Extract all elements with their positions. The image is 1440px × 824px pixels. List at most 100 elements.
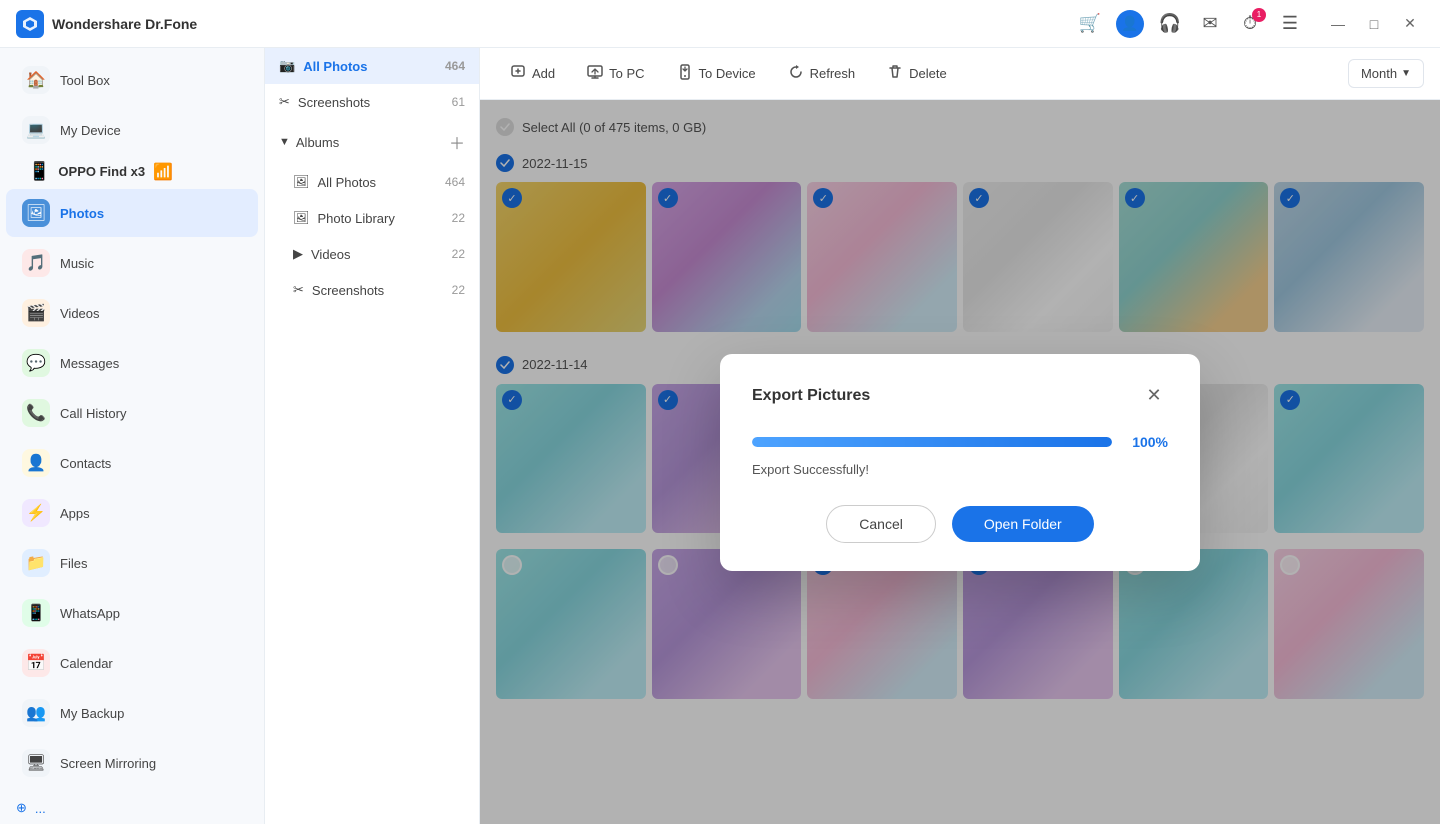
sidebar-item-mybackup[interactable]: 👥 My Backup [6,689,258,737]
progress-bar-bg [752,437,1112,447]
music-icon: 🎵 [22,249,50,277]
to-device-button[interactable]: To Device [663,58,770,89]
sidebar-item-screenmirroring[interactable]: 🖥 Screen Mirroring [6,739,258,787]
minimize-button[interactable]: — [1324,10,1352,38]
sidebar-more[interactable]: ⊕... [0,792,264,824]
to-pc-button[interactable]: To PC [573,58,658,89]
sidebar-item-callhistory[interactable]: 📞 Call History [6,389,258,437]
sidebar-item-apps[interactable]: ⚡ Apps [6,489,258,537]
photo-sidebar-album-screenshots[interactable]: ✂ Screenshots 22 [265,272,479,308]
device-row[interactable]: 📱 OPPO Find x3 📶 [0,155,264,188]
wifi-icon: 📶 [153,162,173,182]
device-name: OPPO Find x3 [58,164,145,179]
to-device-label: To Device [699,66,756,81]
add-button[interactable]: Add [496,58,569,89]
history-icon[interactable]: ⏱ 1 [1236,10,1264,38]
to-device-icon [677,64,693,83]
month-chevron-icon: ▼ [1401,68,1411,79]
title-bar: Wondershare Dr.Fone 🛒 👤 🎧 ✉ ⏱ 1 ☰ — □ ✕ [0,0,1440,48]
sidebar-item-mydevice[interactable]: 💻 My Device [6,106,258,154]
refresh-button[interactable]: Refresh [774,58,870,89]
modal-title: Export Pictures [752,387,870,405]
sidebar-item-files[interactable]: 📁 Files [6,539,258,587]
sidebar-item-label: Calendar [60,656,113,671]
sidebar-item-photos[interactable]: 🖼 Photos [6,189,258,237]
user-icon[interactable]: 👤 [1116,10,1144,38]
titlebar-actions: 🛒 👤 🎧 ✉ ⏱ 1 ☰ — □ ✕ [1076,10,1424,38]
album-videos-count: 22 [452,247,465,261]
files-icon: 📁 [22,549,50,577]
progress-text: 100% [1124,434,1168,450]
menu-icon[interactable]: ☰ [1276,10,1304,38]
apps-icon: ⚡ [22,499,50,527]
album-videos-icon: ▶ [293,246,303,262]
sidebar-item-label: Screen Mirroring [60,756,156,771]
month-select[interactable]: Month ▼ [1348,59,1424,88]
modal-header: Export Pictures ✕ [752,382,1168,410]
album-screenshots-icon: ✂ [293,282,304,298]
sidebar-item-label: My Backup [60,706,124,721]
photo-sidebar-album-videos[interactable]: ▶ Videos 22 [265,236,479,272]
sidebar-item-videos[interactable]: 🎬 Videos [6,289,258,337]
videos-icon: 🎬 [22,299,50,327]
album-photolibrary-count: 22 [452,211,465,225]
album-videos-label: Videos [311,247,351,262]
photo-sidebar-album-photolibrary[interactable]: 🖼 Photo Library 22 [265,200,479,236]
cart-icon[interactable]: 🛒 [1076,10,1104,38]
sidebar-item-label: Photos [60,206,104,221]
screenmirroring-icon: 🖥 [22,749,50,777]
sidebar-item-label: Messages [60,356,119,371]
device-phone-icon: 📱 [28,161,50,182]
sidebar-item-music[interactable]: 🎵 Music [6,239,258,287]
chevron-down-icon: ▼ [279,136,290,148]
albums-label: Albums [296,135,339,150]
photo-sidebar-photolibrary[interactable]: 🖼 All Photos 464 [265,164,479,200]
window-controls: — □ ✕ [1324,10,1424,38]
sidebar-item-label: Files [60,556,87,571]
refresh-icon [788,64,804,83]
cancel-button[interactable]: Cancel [826,505,936,543]
progress-bar-fill [752,437,1112,447]
maximize-button[interactable]: □ [1360,10,1388,38]
sidebar-item-toolbox[interactable]: 🏠 Tool Box [6,56,258,104]
whatsapp-icon: 📱 [22,599,50,627]
modal-overlay: Export Pictures ✕ 100% Export Successful… [480,100,1440,824]
delete-button[interactable]: Delete [873,58,961,89]
sidebar-item-contacts[interactable]: 👤 Contacts [6,439,258,487]
modal-close-button[interactable]: ✕ [1140,382,1168,410]
album-photolibrary-label: Photo Library [318,211,395,226]
main-layout: 🏠 Tool Box 💻 My Device 📱 OPPO Find x3 📶 … [0,48,1440,824]
screenshots-count: 61 [452,95,465,109]
sidebar-item-label: Call History [60,406,126,421]
sidebar-item-label: My Device [60,123,121,138]
add-icon [510,64,526,83]
open-folder-button[interactable]: Open Folder [952,506,1094,542]
month-label: Month [1361,66,1397,81]
photo-sidebar-screenshots[interactable]: ✂ Screenshots 61 [265,84,479,120]
photo-sidebar-allphotos[interactable]: 📷 All Photos 464 [265,48,479,84]
add-album-icon[interactable]: ＋ [449,130,465,154]
sidebar-item-whatsapp[interactable]: 📱 WhatsApp [6,589,258,637]
sidebar-item-label: WhatsApp [60,606,120,621]
photolibrary-label: All Photos [318,175,377,190]
close-button[interactable]: ✕ [1396,10,1424,38]
photolibrary-icon: 🖼 [293,174,310,190]
messages-icon: 💬 [22,349,50,377]
mydevice-icon: 💻 [22,116,50,144]
sidebar-item-label: Tool Box [60,73,110,88]
toolbox-icon: 🏠 [22,66,50,94]
sidebar-item-label: Videos [60,306,100,321]
albums-header[interactable]: ▼ Albums ＋ [265,120,479,164]
calendar-icon: 📅 [22,649,50,677]
album-photolibrary-icon: 🖼 [293,210,310,226]
screenshots-icon: ✂ [279,94,290,110]
album-screenshots-count: 22 [452,283,465,297]
sidebar-item-calendar[interactable]: 📅 Calendar [6,639,258,687]
allphotos-count: 464 [445,59,465,73]
mybackup-icon: 👥 [22,699,50,727]
sidebar-item-label: Music [60,256,94,271]
sidebar-item-messages[interactable]: 💬 Messages [6,339,258,387]
headphone-icon[interactable]: 🎧 [1156,10,1184,38]
to-pc-icon [587,64,603,83]
mail-icon[interactable]: ✉ [1196,10,1224,38]
